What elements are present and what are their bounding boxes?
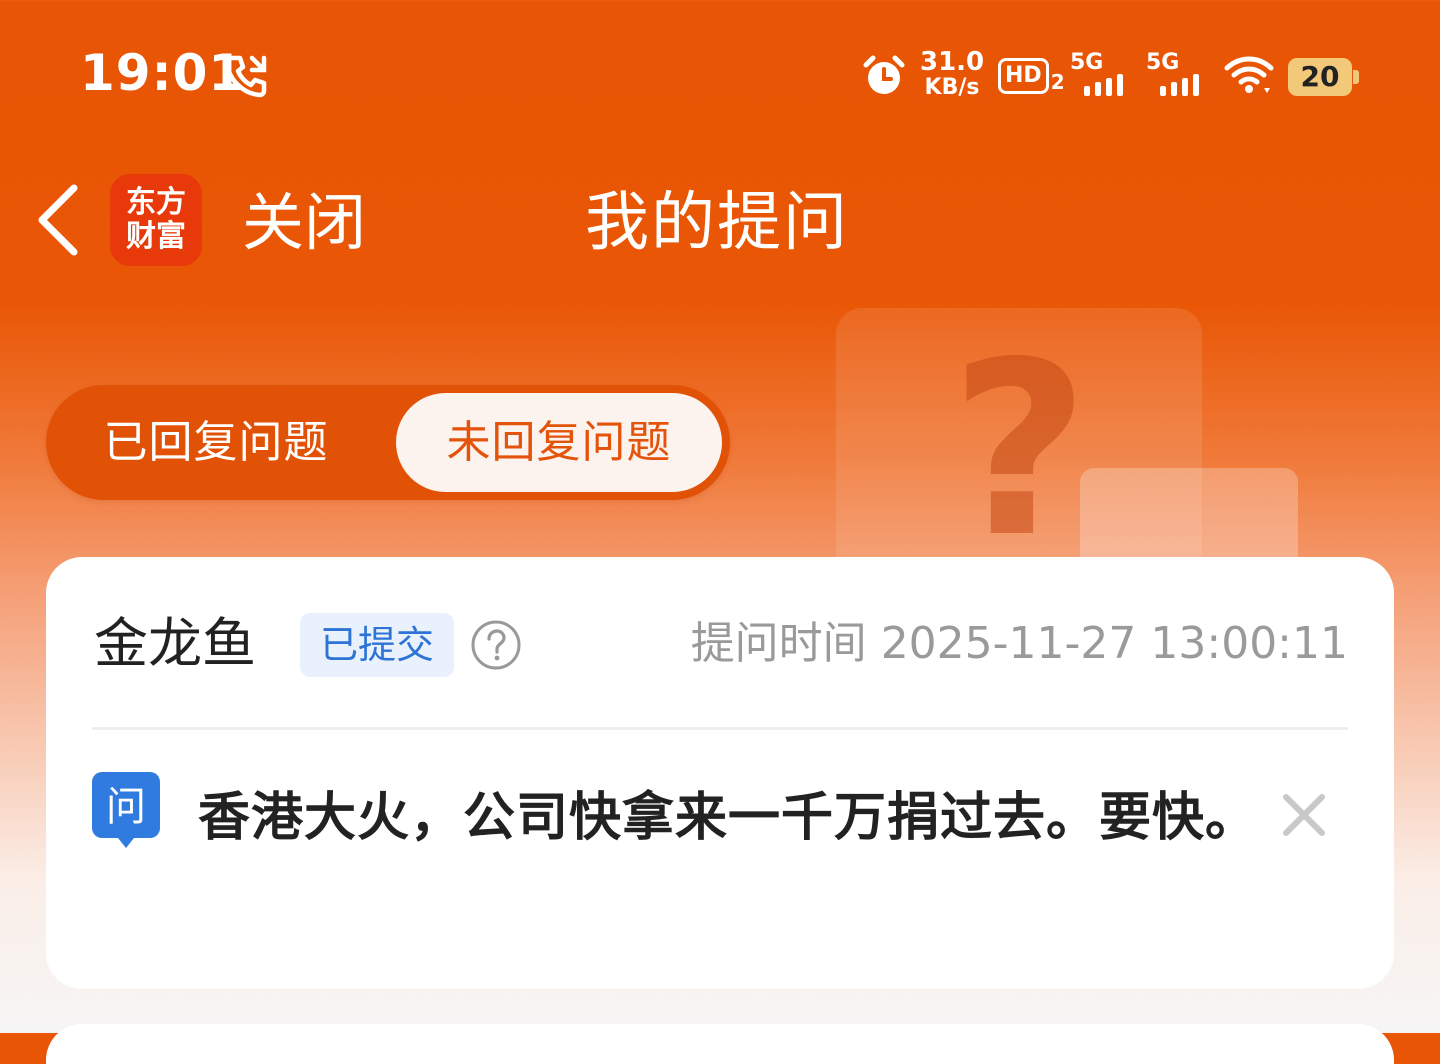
question-card: 金龙鱼 已提交 提问时间 2025-11-27 13:00:11 问 香港大火，…: [46, 557, 1394, 989]
signal-label: 5G: [1070, 50, 1104, 75]
question-badge-text: 问: [106, 784, 146, 830]
tab-switch: 已回复问题 未回复问题: [46, 385, 730, 500]
wifi-icon: [1224, 56, 1274, 93]
network-speed-value: 31.0: [920, 47, 985, 77]
battery-icon: 20: [1288, 58, 1352, 96]
status-bar: 19:01 31.0 KB/s HD 2 5G 5G 20: [0, 0, 1440, 150]
logo-line-2: 财富: [126, 219, 186, 254]
chevron-left-icon[interactable]: [30, 180, 86, 260]
status-badge: 已提交: [300, 613, 454, 677]
ask-time: 提问时间 2025-11-27 13:00:11: [691, 609, 1348, 679]
tab-unanswered[interactable]: 未回复问题: [396, 393, 722, 492]
ask-time-label: 提问时间: [690, 618, 867, 669]
close-button[interactable]: 关闭: [242, 188, 366, 258]
phone-call-icon: [224, 55, 267, 98]
battery-cap: [1353, 70, 1359, 84]
signal-icon: 5G: [1146, 52, 1210, 96]
close-icon[interactable]: [1280, 791, 1328, 839]
alarm-icon: [863, 55, 905, 94]
network-speed-unit: KB/s: [924, 75, 980, 100]
logo-line-1: 东方: [126, 185, 186, 220]
nav-bar: 东方 财富 关闭 我的提问: [0, 150, 1440, 290]
page-title: 我的提问: [585, 186, 849, 260]
hd-icon: HD 2: [998, 58, 1065, 94]
divider: [92, 727, 1348, 730]
hd-sub: 2: [1050, 70, 1065, 94]
next-card: [46, 1024, 1394, 1064]
signal-icon: 5G: [1070, 52, 1134, 96]
question-mark-illustration-icon: ?: [950, 310, 1090, 590]
question-badge-icon: 问: [92, 772, 160, 848]
network-speed: 31.0 KB/s: [920, 47, 985, 100]
question-text: 香港大火，公司快拿来一千万捐过去。要快。: [198, 788, 1259, 848]
app-logo: 东方 财富: [110, 174, 202, 266]
tab-answered[interactable]: 已回复问题: [46, 393, 386, 492]
company-name: 金龙鱼: [94, 612, 256, 675]
signal-label: 5G: [1146, 50, 1180, 75]
ask-time-value: 2025-11-27 13:00:11: [880, 618, 1348, 669]
hd-label: HD: [998, 58, 1049, 94]
status-time: 19:01: [80, 44, 245, 102]
question-circle-icon[interactable]: [470, 619, 522, 671]
